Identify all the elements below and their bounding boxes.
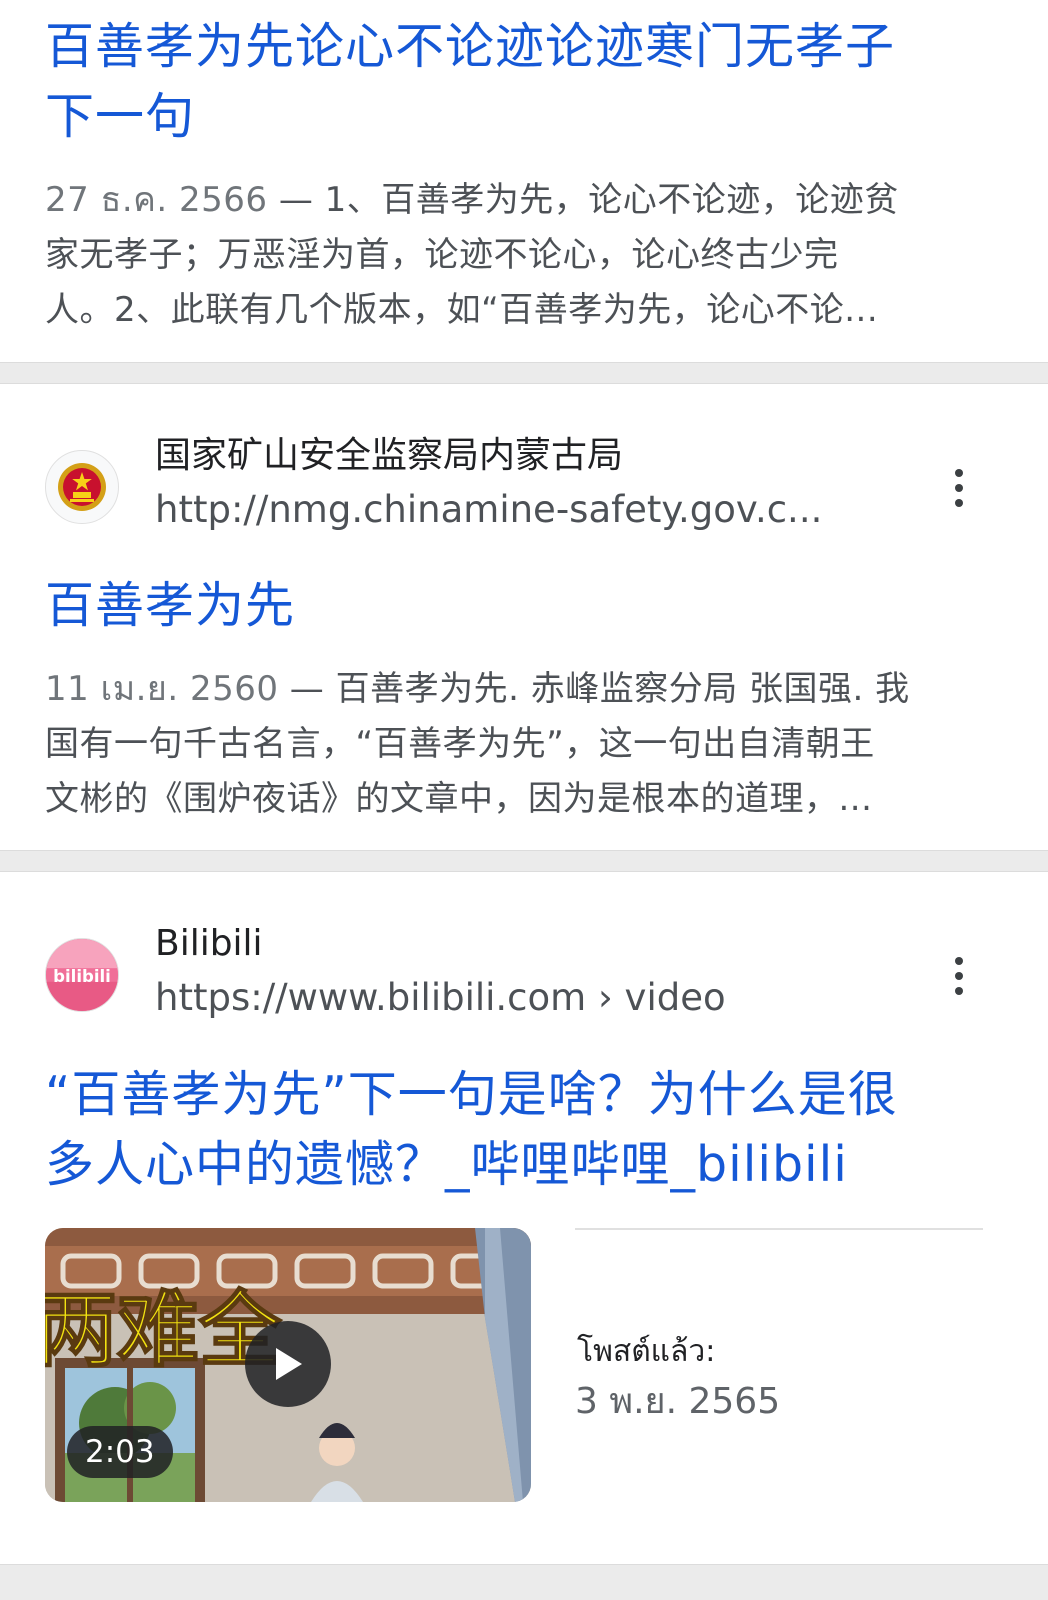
date-dash: — bbox=[267, 180, 325, 220]
site-url: https://www.bilibili.com › video bbox=[155, 974, 726, 1022]
result-snippet: 27 ธ.ค. 2566 — 1、百善孝为先，论心不论迹，论迹贫 家无孝子；万恶… bbox=[45, 173, 975, 338]
svg-text:bilibili: bilibili bbox=[53, 967, 111, 986]
bilibili-logo-icon: bilibili bbox=[45, 938, 119, 1012]
site-header[interactable]: bilibili Bilibili https://www.bilibili.c… bbox=[45, 923, 1005, 1032]
result-title-link[interactable]: “百善孝为先”下一句是啥？为什么是很 多人心中的遗憾？_哔哩哔哩_bilibil… bbox=[45, 1060, 1005, 1200]
video-duration-badge: 2:03 bbox=[67, 1426, 173, 1478]
result-divider bbox=[0, 1564, 1048, 1600]
result-divider bbox=[0, 362, 1048, 384]
snippet-line1: 1、百善孝为先，论心不论迹，论迹贫 bbox=[324, 180, 899, 220]
snippet-line2: 国有一句千古名言，“百善孝为先”，这一句出自清朝王 bbox=[45, 724, 875, 764]
result-title-line2: 下一句 bbox=[45, 88, 196, 145]
result-divider bbox=[0, 850, 1048, 872]
result-date: 11 เม.ย. 2560 bbox=[45, 669, 279, 709]
play-icon bbox=[276, 1348, 302, 1380]
result-snippet: 11 เม.ย. 2560 — 百善孝为先. 赤峰监察分局 张国强. 我 国有一… bbox=[45, 662, 975, 827]
url-path: video bbox=[624, 976, 726, 1019]
site-name: Bilibili bbox=[155, 923, 263, 964]
search-result-2: 国家矿山安全监察局内蒙古局 http://nmg.chinamine-safet… bbox=[0, 384, 1048, 850]
national-emblem-icon bbox=[45, 450, 119, 524]
posted-date: 3 พ.ย. 2565 bbox=[575, 1381, 781, 1422]
play-button[interactable] bbox=[245, 1321, 331, 1407]
result-title-line1: “百善孝为先”下一句是啥？为什么是很 bbox=[45, 1066, 898, 1123]
snippet-line3: 文彬的《围炉夜话》的文章中，因为是根本的道理，... bbox=[45, 779, 873, 819]
result-title-link[interactable]: 百善孝为先论心不论迹论迹寒门无孝子 下一句 bbox=[45, 12, 1005, 152]
result-date: 27 ธ.ค. 2566 bbox=[45, 180, 268, 220]
result-title-line1: 百善孝为先论心不论迹论迹寒门无孝子 bbox=[45, 18, 896, 75]
posted-label: โพสต์แล้ว: bbox=[577, 1334, 716, 1369]
more-options-button[interactable] bbox=[937, 460, 981, 516]
snippet-line3: 人。2、此联有几个版本，如“百善孝为先，论心不论... bbox=[45, 290, 879, 330]
snippet-line1: 百善孝为先. 赤峰监察分局 张国强. 我 bbox=[335, 669, 910, 709]
url-separator: › bbox=[586, 976, 625, 1019]
search-result-1: 百善孝为先论心不论迹论迹寒门无孝子 下一句 27 ธ.ค. 2566 — 1、百… bbox=[0, 0, 1048, 362]
site-header[interactable]: 国家矿山安全监察局内蒙古局 http://nmg.chinamine-safet… bbox=[45, 435, 1005, 544]
more-options-button[interactable] bbox=[937, 948, 981, 1004]
site-url: http://nmg.chinamine-safety.gov.c... bbox=[155, 488, 823, 531]
url-domain: https://www.bilibili.com bbox=[155, 976, 587, 1019]
more-vert-icon bbox=[955, 957, 963, 965]
more-vert-icon bbox=[955, 469, 963, 477]
result-title-line2: 多人心中的遗憾？_哔哩哔哩_bilibili bbox=[45, 1136, 848, 1193]
snippet-line2: 家无孝子；万恶淫为首，论迹不论心，论心终古少完 bbox=[45, 235, 839, 275]
result-title-link[interactable]: 百善孝为先 bbox=[45, 571, 1005, 641]
video-thumbnail[interactable]: 两难全 2:03 bbox=[45, 1228, 531, 1502]
date-dash: — bbox=[278, 669, 336, 709]
video-meta-divider bbox=[575, 1228, 983, 1230]
site-name: 国家矿山安全监察局内蒙古局 bbox=[155, 435, 624, 476]
